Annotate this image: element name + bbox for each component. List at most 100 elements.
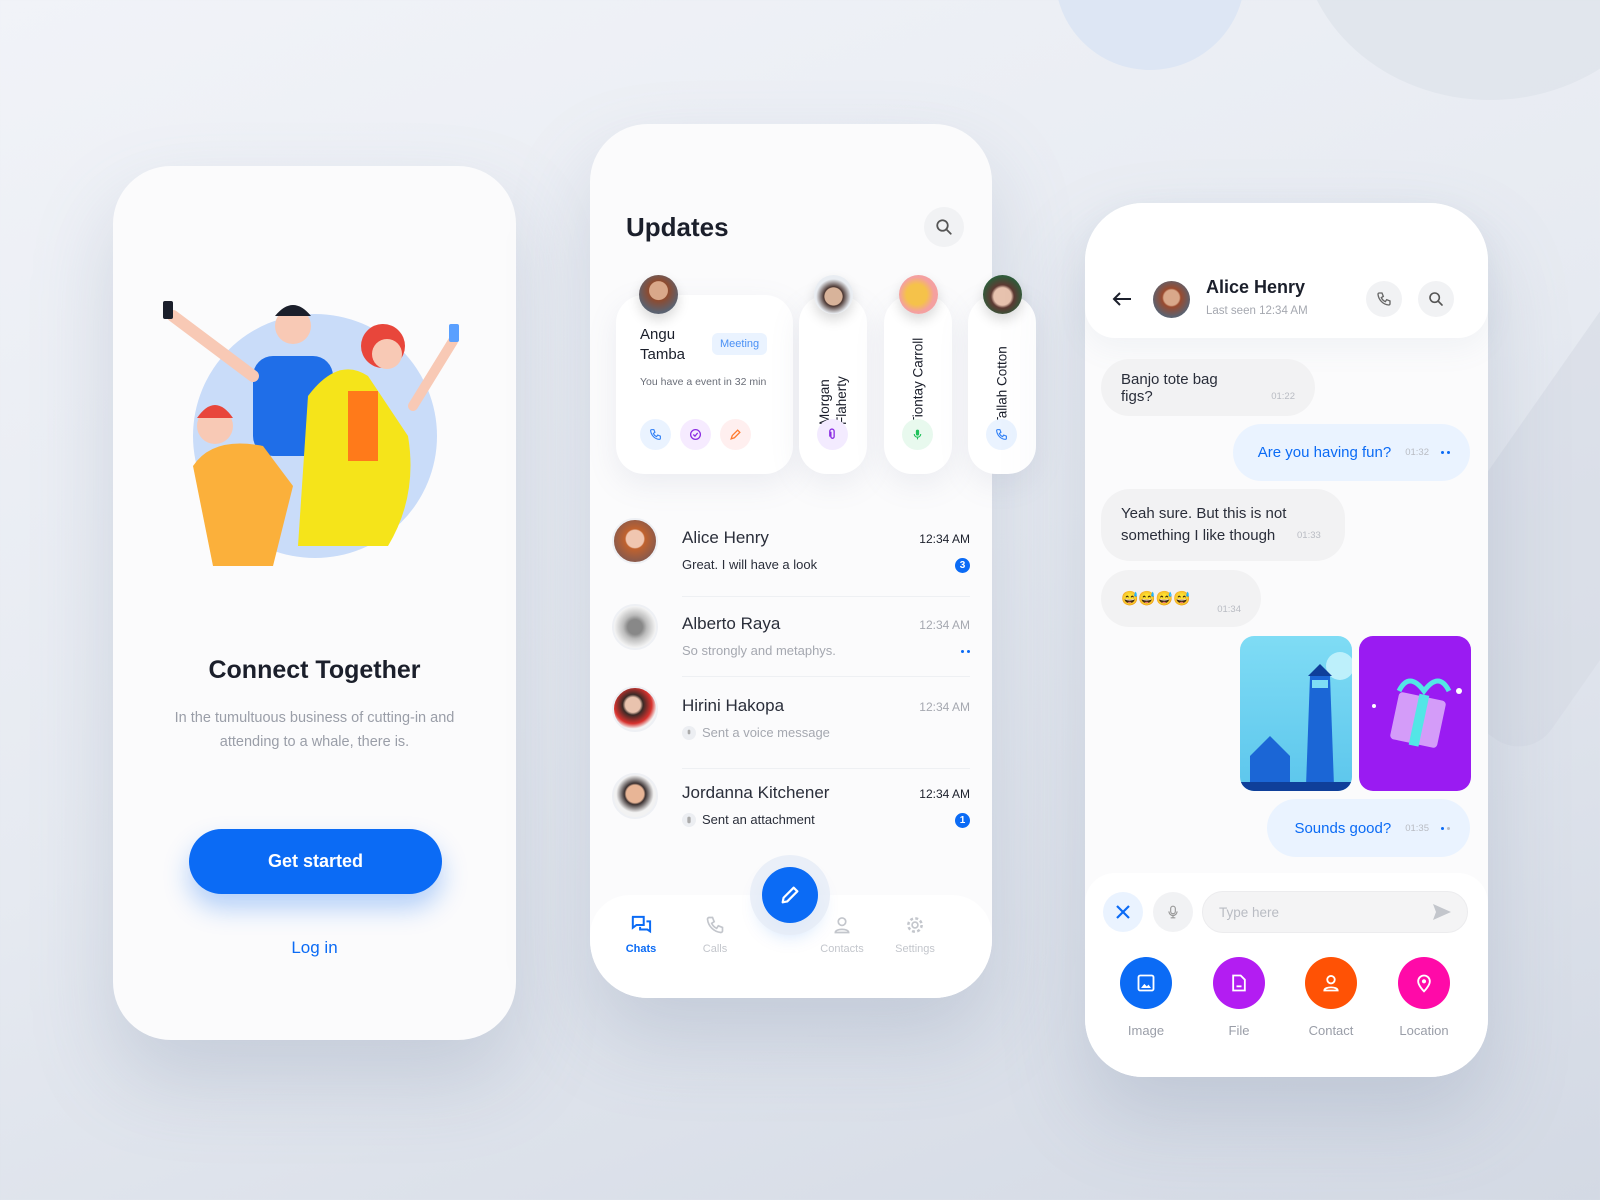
chat-preview-text: Sent a voice message — [702, 725, 830, 740]
event-text: You have a event in 32 min — [640, 376, 767, 388]
lighthouse-image[interactable] — [1240, 636, 1352, 791]
divider — [682, 768, 970, 769]
log-in-link[interactable]: Log in — [113, 938, 516, 958]
attach-file-button[interactable] — [1213, 957, 1265, 1009]
file-icon — [1232, 974, 1246, 992]
paperclip-icon — [829, 428, 835, 439]
nav-chats[interactable]: Chats — [606, 915, 676, 955]
message-text: Sounds good? — [1294, 819, 1392, 837]
phone-icon — [996, 429, 1007, 440]
back-button[interactable] — [1110, 287, 1134, 311]
message-outgoing: Are you having fun? 01:32 — [1233, 424, 1470, 481]
call-button[interactable] — [640, 419, 671, 450]
avatar — [899, 275, 938, 314]
nav-settings[interactable]: Settings — [880, 915, 950, 955]
search-button[interactable] — [1418, 281, 1454, 317]
featured-update-card[interactable]: Angu Tamba Meeting You have a event in 3… — [616, 275, 793, 474]
meeting-tag: Meeting — [712, 333, 768, 355]
microphone-icon — [913, 429, 922, 440]
lighthouse-illustration — [1240, 652, 1352, 791]
call-button[interactable] — [986, 419, 1017, 450]
user-icon — [1323, 975, 1339, 992]
nav-label: Contacts — [820, 943, 864, 955]
unread-badge: 3 — [955, 558, 970, 573]
story-name: Tiontay Carroll — [910, 337, 926, 425]
onboarding-screen: Connect Together In the tumultuous busin… — [113, 166, 516, 1040]
read-status-dots — [1441, 451, 1450, 454]
avatar — [1153, 281, 1190, 318]
attachment-button[interactable] — [817, 419, 848, 450]
nav-label: Calls — [702, 943, 728, 955]
close-icon — [1116, 905, 1130, 919]
chat-list-item[interactable]: Hirini Hakopa 12:34 AM Sent a voice mess… — [612, 686, 970, 782]
attach-contact-button[interactable] — [1305, 957, 1357, 1009]
phone-icon — [706, 916, 724, 934]
story-name: Morgan Flaherty — [817, 376, 849, 425]
chat-preview-text: Sent an attachment — [702, 812, 815, 827]
get-started-button[interactable]: Get started — [189, 829, 442, 894]
close-attachments-button[interactable] — [1103, 892, 1143, 932]
background-circle — [1300, 0, 1600, 100]
divider — [682, 596, 970, 597]
attach-label: Location — [1399, 1023, 1449, 1038]
page-title: Updates — [626, 212, 729, 242]
chat-time: 12:34 AM — [919, 618, 970, 632]
attach-image-button[interactable] — [1120, 957, 1172, 1009]
microphone-icon — [1168, 905, 1178, 919]
chat-time: 12:34 AM — [919, 787, 970, 801]
chat-name: Hirini Hakopa — [682, 696, 785, 715]
compose-button[interactable] — [762, 867, 818, 923]
message-time: 01:32 — [1405, 447, 1429, 458]
divider — [682, 676, 970, 677]
nav-label: Chats — [625, 943, 657, 955]
chat-time: 12:34 AM — [919, 700, 970, 714]
contact-name: Alice Henry — [1206, 277, 1306, 297]
attach-label: Contact — [1308, 1023, 1354, 1038]
search-button[interactable] — [924, 207, 964, 247]
search-icon — [936, 219, 952, 235]
edit-button[interactable] — [720, 419, 751, 450]
onboarding-title: Connect Together — [208, 656, 421, 684]
chat-list-item[interactable]: Alberto Raya 12:34 AM So strongly and me… — [612, 604, 970, 700]
unread-badge: 1 — [955, 813, 970, 828]
chat-name: Alice Henry — [682, 528, 769, 547]
chat-header — [1085, 203, 1488, 338]
pencil-icon — [730, 429, 741, 440]
send-icon[interactable] — [1433, 904, 1451, 920]
attach-label: Image — [1127, 1023, 1165, 1038]
nav-contacts[interactable]: Contacts — [807, 915, 877, 955]
paperclip-icon — [682, 812, 696, 827]
message-time: 01:22 — [1271, 391, 1295, 402]
gear-icon — [907, 917, 923, 933]
message-text: Banjo tote bag figs? — [1121, 370, 1218, 405]
avatar — [983, 275, 1022, 314]
voice-record-button[interactable] — [1153, 892, 1193, 932]
nav-label: Settings — [895, 943, 935, 955]
message-time: 01:33 — [1297, 530, 1321, 541]
pencil-icon — [781, 886, 799, 904]
attach-location-button[interactable] — [1398, 957, 1450, 1009]
story-card[interactable]: Tallah Cotton — [968, 275, 1036, 474]
voice-button[interactable] — [902, 419, 933, 450]
message-emoji: 😅😅😅😅 — [1121, 590, 1191, 606]
arrow-left-icon — [1112, 292, 1131, 306]
chat-name: Jordanna Kitchener — [682, 783, 830, 802]
story-card[interactable]: Morgan Flaherty — [799, 275, 867, 474]
chat-list-item[interactable]: Alice Henry 12:34 AM Great. I will have … — [612, 518, 970, 614]
nav-calls[interactable]: Calls — [680, 915, 750, 955]
story-card[interactable]: Tiontay Carroll — [884, 275, 952, 474]
last-seen: Last seen 12:34 AM — [1206, 305, 1308, 317]
chat-preview: Great. I will have a look — [682, 557, 818, 572]
chat-name: Alberto Raya — [682, 614, 781, 633]
message-input[interactable]: Type here — [1202, 891, 1468, 933]
done-button[interactable] — [680, 419, 711, 450]
search-icon — [1429, 292, 1443, 306]
phone-icon — [650, 429, 661, 440]
avatar — [814, 275, 853, 314]
chat-list-item[interactable]: Jordanna Kitchener 12:34 AM Sent an atta… — [612, 773, 970, 869]
message-incoming: Yeah sure. But this is not something I l… — [1101, 489, 1345, 561]
chat-screen: Alice Henry Last seen 12:34 AM Banjo tot… — [1085, 203, 1488, 1077]
call-button[interactable] — [1366, 281, 1402, 317]
avatar — [612, 518, 658, 564]
gift-image[interactable] — [1359, 636, 1471, 791]
